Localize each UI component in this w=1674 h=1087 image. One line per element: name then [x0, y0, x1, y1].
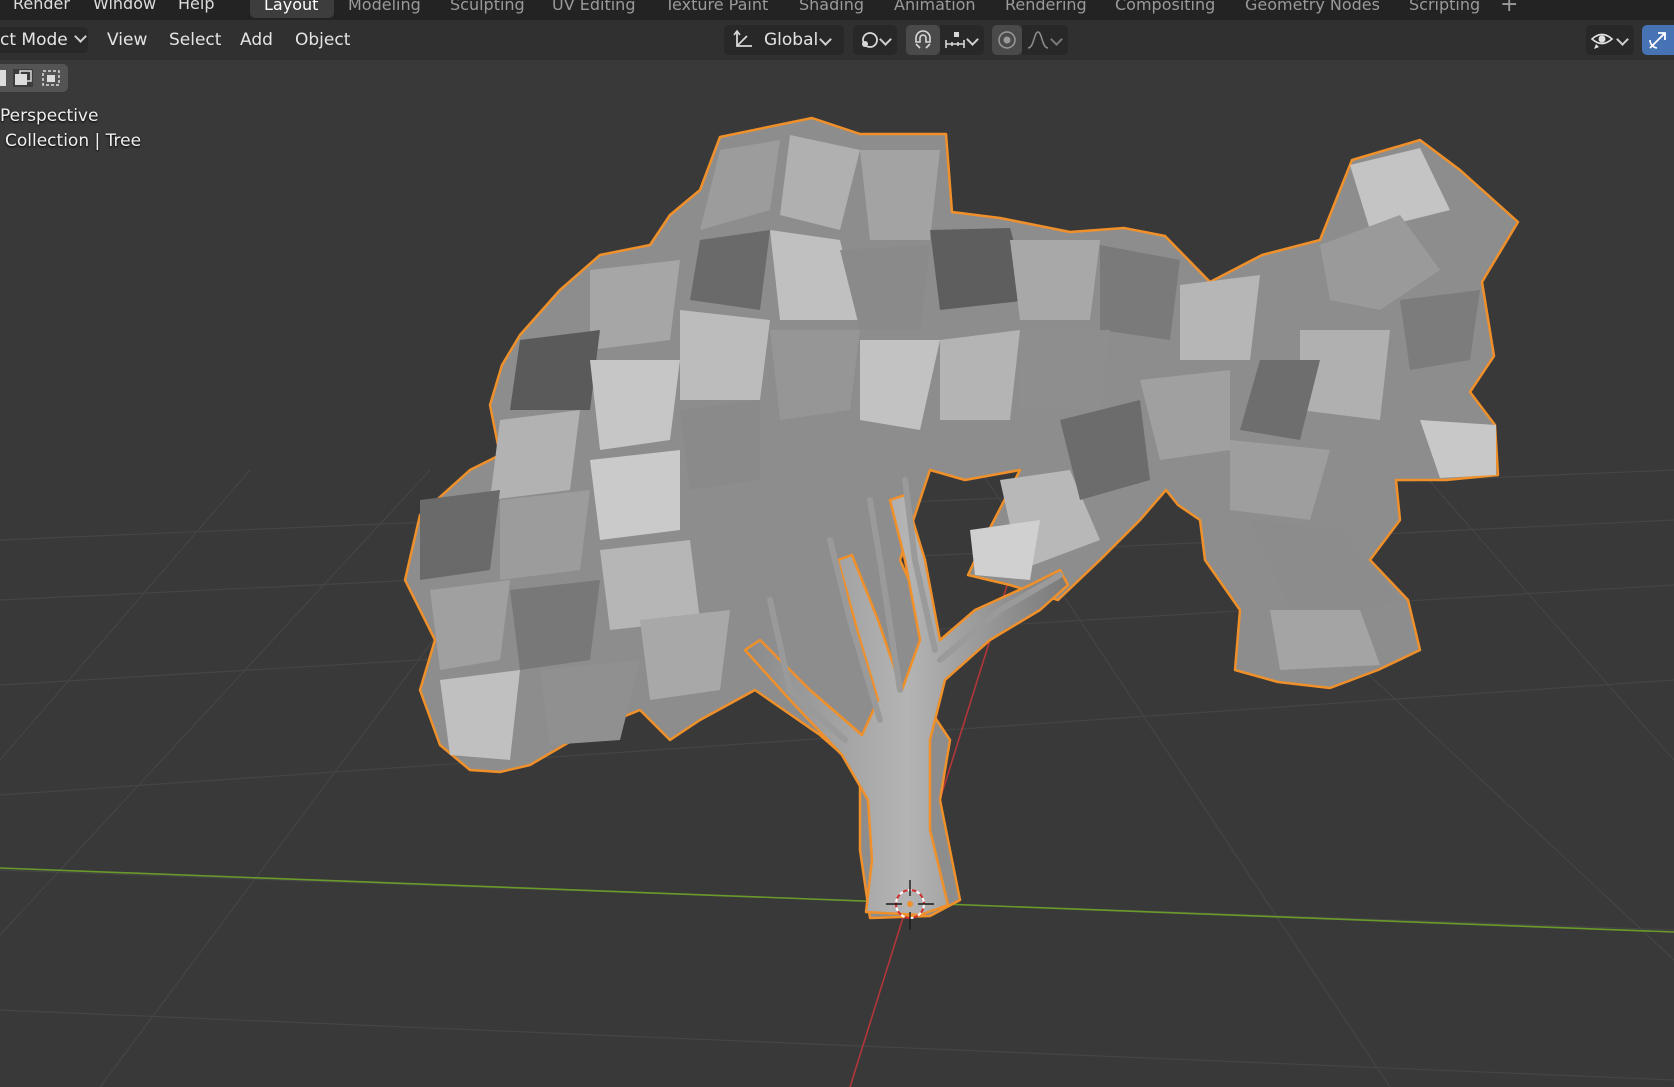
- 3d-viewport[interactable]: Perspective Collection | Tree: [0, 96, 1674, 1087]
- select-extend-icon[interactable]: [12, 68, 34, 88]
- tab-compositing[interactable]: Compositing: [1101, 0, 1229, 18]
- add-workspace-button[interactable]: +: [1500, 0, 1518, 17]
- tab-uv-editing[interactable]: UV Editing: [538, 0, 649, 18]
- proportional-edit-icon: [998, 31, 1016, 49]
- tab-modeling[interactable]: Modeling: [334, 0, 435, 18]
- transform-orientation-dropdown[interactable]: Global: [724, 25, 844, 55]
- tab-scripting[interactable]: Scripting: [1395, 0, 1494, 18]
- menu-help[interactable]: Help: [178, 0, 214, 13]
- tab-layout[interactable]: Layout: [250, 0, 334, 18]
- snap-target-dropdown[interactable]: [940, 25, 984, 55]
- chevron-down-icon: [966, 33, 979, 46]
- menu-render[interactable]: Render: [13, 0, 70, 13]
- proportional-editing-toggle[interactable]: [992, 25, 1022, 55]
- chevron-down-icon: [879, 33, 892, 46]
- menu-window[interactable]: Window: [93, 0, 156, 13]
- menu-add[interactable]: Add: [240, 27, 273, 53]
- selection-mode-group: [0, 64, 68, 92]
- eye-icon: [1590, 33, 1614, 49]
- mode-dropdown[interactable]: ct Mode: [0, 27, 88, 53]
- magnet-icon: [915, 30, 931, 49]
- gizmo-icon: [1649, 32, 1666, 49]
- falloff-dropdown[interactable]: [1022, 25, 1068, 55]
- menu-view[interactable]: View: [107, 27, 147, 53]
- snap-toggle[interactable]: [906, 25, 940, 55]
- chevron-down-icon: [1050, 33, 1063, 46]
- menu-object[interactable]: Object: [295, 27, 350, 53]
- select-set-icon[interactable]: [0, 68, 8, 88]
- visibility-dropdown[interactable]: [1586, 25, 1634, 55]
- tab-rendering[interactable]: Rendering: [991, 0, 1101, 18]
- collection-info-label: Collection | Tree: [5, 131, 142, 151]
- pivot-icon: [862, 32, 878, 48]
- snap-increment-icon: [945, 32, 965, 48]
- select-subtract-icon[interactable]: [40, 68, 62, 88]
- orientation-label: Global: [764, 30, 819, 50]
- chevron-down-icon: [73, 30, 87, 43]
- tab-texture-paint[interactable]: Texture Paint: [651, 0, 782, 18]
- orientation-axes-icon: [733, 30, 752, 47]
- y-axis-line: [0, 867, 1674, 933]
- pivot-point-dropdown[interactable]: [853, 25, 897, 55]
- gizmo-toggle[interactable]: [1642, 25, 1674, 55]
- tab-geometry-nodes[interactable]: Geometry Nodes: [1231, 0, 1394, 18]
- chevron-down-icon: [1616, 33, 1629, 46]
- falloff-curve-icon: [1027, 31, 1049, 49]
- chevron-down-icon: [819, 33, 832, 46]
- tab-animation[interactable]: Animation: [880, 0, 990, 18]
- viewport-canvas: [0, 116, 1674, 1087]
- tree-object: [403, 116, 1520, 920]
- mode-label: ct Mode: [0, 30, 68, 50]
- tab-shading[interactable]: Shading: [785, 0, 878, 18]
- menu-select[interactable]: Select: [169, 27, 221, 53]
- viewport-header: ct Mode View Select Add Object Global: [0, 20, 1674, 60]
- view-name-label: Perspective: [0, 106, 99, 126]
- top-menubar: Render Window Help Layout Modeling Sculp…: [0, 0, 1674, 20]
- tab-sculpting[interactable]: Sculpting: [436, 0, 539, 18]
